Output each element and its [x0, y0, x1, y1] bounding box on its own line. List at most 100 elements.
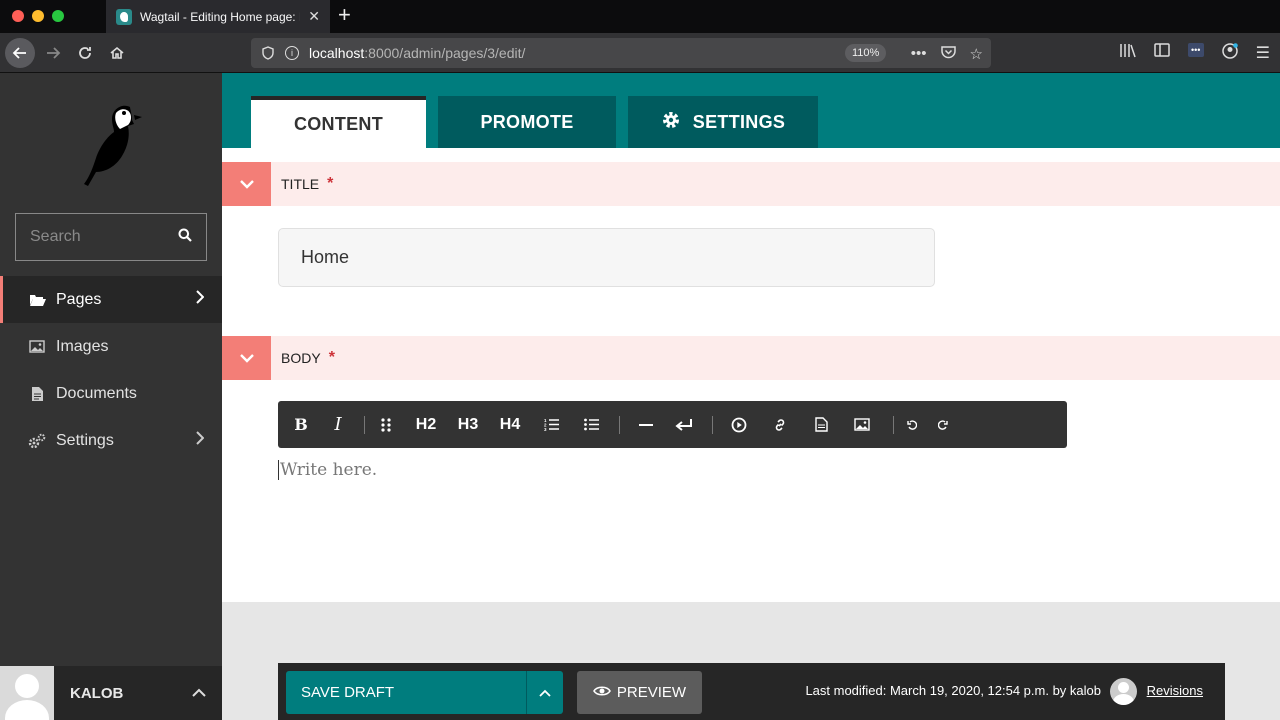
- window-close-button[interactable]: [12, 10, 24, 22]
- wagtail-logo[interactable]: [72, 99, 152, 189]
- save-draft-button[interactable]: SAVE DRAFT: [286, 671, 563, 714]
- chevron-right-icon: [195, 431, 205, 450]
- more-actions-toggle[interactable]: [526, 671, 563, 714]
- bulleted-list-button[interactable]: [571, 401, 611, 448]
- cogs-icon: [28, 433, 46, 449]
- url-bar[interactable]: i localhost:8000/admin/pages/3/edit/ 110…: [251, 38, 991, 68]
- sidebar-item-label: Pages: [56, 290, 102, 308]
- search-icon[interactable]: [178, 228, 192, 247]
- body-editor[interactable]: Write here.: [278, 460, 377, 480]
- document-icon: [28, 386, 46, 402]
- body-field-header: BODY *: [222, 336, 1280, 380]
- line-break-button[interactable]: [664, 401, 704, 448]
- sidebar-item-label: Images: [56, 337, 109, 355]
- account-name: KALOB: [70, 684, 124, 702]
- chevron-down-icon: [239, 354, 254, 363]
- browser-tab[interactable]: Wagtail - Editing Home page: H ✕: [106, 0, 330, 33]
- document-link-button[interactable]: [803, 401, 839, 448]
- h4-button[interactable]: H4: [489, 401, 531, 448]
- sidebar-item-label: Documents: [56, 384, 137, 402]
- undo-button[interactable]: [902, 401, 922, 448]
- sidebar-search[interactable]: Search: [15, 213, 207, 261]
- library-icon[interactable]: [1119, 43, 1136, 64]
- italic-button[interactable]: I: [326, 401, 350, 448]
- extension-icon[interactable]: •••: [1187, 43, 1204, 64]
- chevron-down-icon: [239, 180, 254, 189]
- new-tab-button[interactable]: +: [338, 4, 351, 26]
- hamburger-menu-icon[interactable]: ☰: [1256, 43, 1270, 64]
- tab-settings[interactable]: SETTINGS: [628, 96, 818, 148]
- account-icon[interactable]: [1221, 43, 1238, 64]
- page-editor-header: CONTENT PROMOTE SETTINGS: [222, 73, 1280, 148]
- close-tab-icon[interactable]: ✕: [308, 8, 320, 25]
- last-modified-text: Last modified: March 19, 2020, 12:54 p.m…: [805, 683, 1101, 698]
- revisions-link[interactable]: Revisions: [1147, 683, 1203, 698]
- sidebar-item-documents[interactable]: Documents: [0, 370, 222, 417]
- info-icon[interactable]: i: [285, 46, 299, 60]
- arrow-right-icon: [47, 47, 61, 59]
- footer-action-bar: SAVE DRAFT PREVIEW Last modified: March …: [278, 663, 1225, 720]
- zoom-level-badge[interactable]: 110%: [845, 44, 887, 62]
- h2-button[interactable]: H2: [405, 401, 447, 448]
- link-button[interactable]: [757, 401, 803, 448]
- line-break-icon: [675, 418, 692, 431]
- avatar: [1110, 678, 1137, 705]
- required-marker: *: [327, 175, 334, 192]
- title-field-header: TITLE *: [222, 162, 1280, 206]
- editor-content: TITLE * Home BODY * B I H2 H3 H4 123 Wri…: [222, 148, 1280, 602]
- sidebar-toggle-icon[interactable]: [1153, 43, 1170, 64]
- bold-button[interactable]: B: [292, 401, 310, 448]
- sidebar-item-pages[interactable]: Pages: [0, 276, 222, 323]
- page-actions-icon[interactable]: •••: [911, 45, 927, 63]
- url-path: :8000/admin/pages/3/edit/: [364, 45, 526, 61]
- media-play-icon: [731, 417, 747, 432]
- browser-tab-title: Wagtail - Editing Home page: H: [140, 9, 301, 24]
- drag-handle-icon: [381, 417, 391, 432]
- body-field-label: BODY: [281, 350, 321, 366]
- rich-text-toolbar: B I H2 H3 H4 123: [278, 401, 1067, 448]
- editor-tabs: CONTENT PROMOTE SETTINGS: [251, 96, 818, 148]
- home-button[interactable]: [102, 38, 132, 68]
- bookmark-star-icon[interactable]: ☆: [970, 45, 983, 63]
- sidebar: Search Pages Images Documents Settings K…: [0, 73, 222, 720]
- shield-icon[interactable]: [261, 46, 275, 60]
- block-handle-button[interactable]: [373, 401, 399, 448]
- ordered-list-button[interactable]: 123: [531, 401, 571, 448]
- pocket-icon[interactable]: [940, 45, 956, 63]
- home-icon: [110, 46, 124, 59]
- window-minimize-button[interactable]: [32, 10, 44, 22]
- redo-button[interactable]: [932, 401, 954, 448]
- image-icon: [854, 418, 870, 431]
- horizontal-line-button[interactable]: [628, 401, 664, 448]
- preview-label: PREVIEW: [616, 684, 687, 701]
- avatar: [0, 666, 54, 720]
- browser-tab-bar: Wagtail - Editing Home page: H ✕ +: [0, 0, 1280, 33]
- document-icon: [814, 417, 828, 432]
- image-button[interactable]: [839, 401, 885, 448]
- sidebar-item-settings[interactable]: Settings: [0, 417, 222, 464]
- tab-content[interactable]: CONTENT: [251, 96, 426, 148]
- reload-button[interactable]: [70, 38, 100, 68]
- search-input[interactable]: Search: [30, 228, 178, 246]
- tab-promote[interactable]: PROMOTE: [438, 96, 616, 148]
- forward-button[interactable]: [38, 38, 68, 68]
- title-field-label: TITLE: [281, 176, 320, 192]
- link-icon: [775, 418, 785, 431]
- collapse-body-button[interactable]: [222, 336, 271, 380]
- title-input[interactable]: Home: [278, 228, 935, 287]
- chevron-up-icon: [539, 689, 551, 697]
- image-icon: [28, 339, 46, 355]
- sidebar-item-images[interactable]: Images: [0, 323, 222, 370]
- save-draft-label: SAVE DRAFT: [301, 684, 395, 701]
- back-button[interactable]: [5, 38, 35, 68]
- embed-button[interactable]: [721, 401, 757, 448]
- sidebar-item-label: Settings: [56, 431, 114, 449]
- account-menu[interactable]: KALOB: [0, 666, 222, 720]
- preview-button[interactable]: PREVIEW: [577, 671, 702, 714]
- window-zoom-button[interactable]: [52, 10, 64, 22]
- collapse-title-button[interactable]: [222, 162, 271, 206]
- gear-icon: [661, 110, 681, 135]
- required-marker: *: [328, 349, 335, 366]
- svg-text:3: 3: [544, 427, 547, 431]
- h3-button[interactable]: H3: [447, 401, 489, 448]
